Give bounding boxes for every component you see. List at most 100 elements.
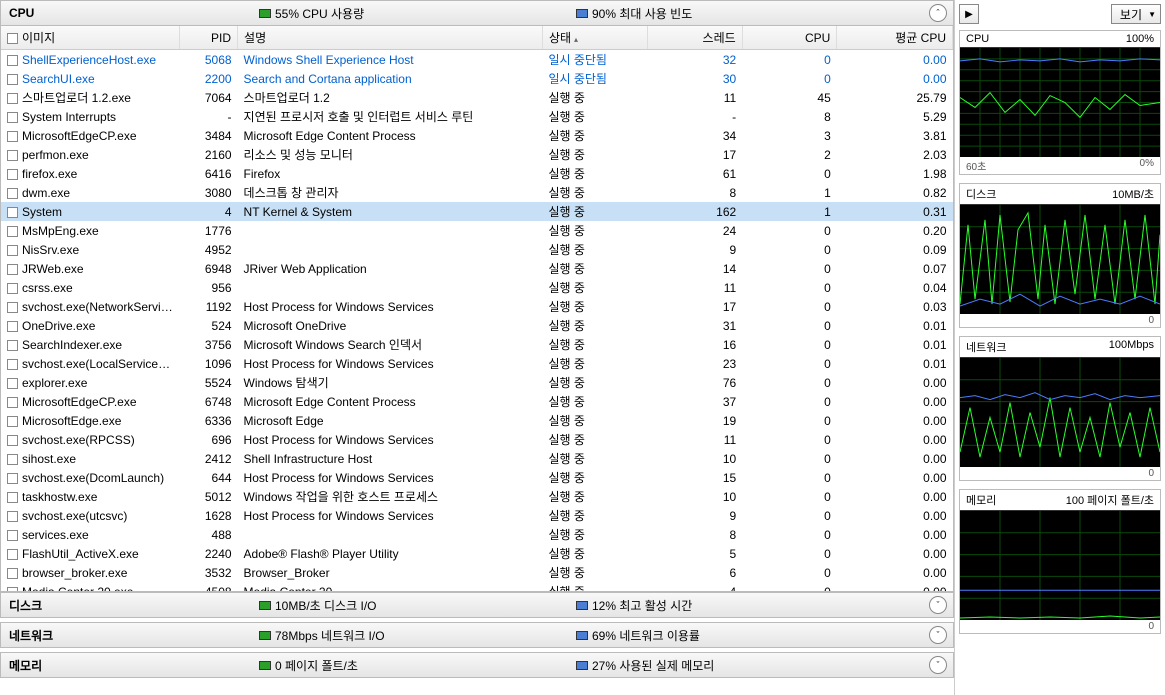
table-row[interactable]: System Interrupts - 지연된 프로시저 호출 및 인터럽트 서… — [1, 107, 953, 126]
table-row[interactable]: svchost.exe(DcomLaunch) 644 Host Process… — [1, 468, 953, 487]
table-row[interactable]: svchost.exe(NetworkService) 1192 Host Pr… — [1, 297, 953, 316]
row-checkbox[interactable] — [7, 93, 18, 104]
table-row[interactable]: perfmon.exe 2160 리소스 및 성능 모니터 실행 중 17 2 … — [1, 145, 953, 164]
table-row[interactable]: MsMpEng.exe 1776 실행 중 24 0 0.20 — [1, 221, 953, 240]
cell-desc: Media Center 20 — [238, 582, 543, 592]
row-checkbox[interactable] — [7, 549, 18, 560]
row-checkbox[interactable] — [7, 150, 18, 161]
cell-cpu: 3 — [742, 126, 837, 145]
col-avgcpu[interactable]: 평균 CPU — [837, 26, 953, 50]
cell-pid: 696 — [180, 430, 238, 449]
table-row[interactable]: browser_broker.exe 3532 Browser_Broker 실… — [1, 563, 953, 582]
table-row[interactable]: 스마트업로더 1.2.exe 7064 스마트업로더 1.2 실행 중 11 4… — [1, 88, 953, 107]
disk-section-header[interactable]: 디스크 10MB/초 디스크 I/O 12% 최고 활성 시간 ˇ — [0, 592, 954, 618]
table-row[interactable]: MicrosoftEdge.exe 6336 Microsoft Edge 실행… — [1, 411, 953, 430]
table-row[interactable]: svchost.exe(LocalServiceNoN... 1096 Host… — [1, 354, 953, 373]
cell-image: NisSrv.exe — [1, 240, 180, 259]
sort-indicator-icon: ▴ — [574, 35, 578, 44]
col-status[interactable]: 상태▴ — [542, 26, 647, 50]
table-row[interactable]: firefox.exe 6416 Firefox 실행 중 61 0 1.98 — [1, 164, 953, 183]
col-threads[interactable]: 스레드 — [648, 26, 743, 50]
cell-status: 실행 중 — [542, 582, 647, 592]
table-row[interactable]: explorer.exe 5524 Windows 탐색기 실행 중 76 0 … — [1, 373, 953, 392]
collapse-button[interactable]: ˆ — [929, 4, 947, 22]
table-row[interactable]: services.exe 488 실행 중 8 0 0.00 — [1, 525, 953, 544]
expand-button[interactable]: ˇ — [929, 596, 947, 614]
table-row[interactable]: JRWeb.exe 6948 JRiver Web Application 실행… — [1, 259, 953, 278]
table-row[interactable]: FlashUtil_ActiveX.exe 2240 Adobe® Flash®… — [1, 544, 953, 563]
process-table-area[interactable]: 이미지 PID 설명 상태▴ 스레드 CPU 평균 CPU ShellExper… — [0, 26, 954, 592]
table-row[interactable]: svchost.exe(RPCSS) 696 Host Process for … — [1, 430, 953, 449]
cell-cpu: 0 — [742, 563, 837, 582]
table-row[interactable]: SearchIndexer.exe 3756 Microsoft Windows… — [1, 335, 953, 354]
row-checkbox[interactable] — [7, 302, 18, 313]
row-checkbox[interactable] — [7, 55, 18, 66]
cell-desc: Microsoft Edge Content Process — [238, 392, 543, 411]
row-checkbox[interactable] — [7, 283, 18, 294]
row-checkbox[interactable] — [7, 568, 18, 579]
row-checkbox[interactable] — [7, 454, 18, 465]
row-checkbox[interactable] — [7, 207, 18, 218]
table-row[interactable]: svchost.exe(utcsvc) 1628 Host Process fo… — [1, 506, 953, 525]
table-row[interactable]: csrss.exe 956 실행 중 11 0 0.04 — [1, 278, 953, 297]
table-row[interactable]: System 4 NT Kernel & System 실행 중 162 1 0… — [1, 202, 953, 221]
cell-cpu: 0 — [742, 316, 837, 335]
table-row[interactable]: sihost.exe 2412 Shell Infrastructure Hos… — [1, 449, 953, 468]
row-checkbox[interactable] — [7, 112, 18, 123]
cell-status: 실행 중 — [542, 430, 647, 449]
row-checkbox[interactable] — [7, 131, 18, 142]
network-graph-scale: 100Mbps — [1109, 339, 1154, 355]
col-desc[interactable]: 설명 — [238, 26, 543, 50]
row-checkbox[interactable] — [7, 340, 18, 351]
cell-cpu: 0 — [742, 297, 837, 316]
row-checkbox[interactable] — [7, 359, 18, 370]
disk-section-title: 디스크 — [9, 597, 259, 614]
cpu-graph-scale: 100% — [1126, 33, 1154, 45]
cell-threads: 23 — [648, 354, 743, 373]
network-section-header[interactable]: 네트워크 78Mbps 네트워크 I/O 69% 네트워크 이용률 ˇ — [0, 622, 954, 648]
row-checkbox[interactable] — [7, 245, 18, 256]
row-checkbox[interactable] — [7, 530, 18, 541]
row-checkbox[interactable] — [7, 473, 18, 484]
table-row[interactable]: SearchUI.exe 2200 Search and Cortana app… — [1, 69, 953, 88]
next-button[interactable]: ▶ — [959, 4, 979, 24]
row-checkbox[interactable] — [7, 226, 18, 237]
table-row[interactable]: MicrosoftEdgeCP.exe 3484 Microsoft Edge … — [1, 126, 953, 145]
table-row[interactable]: MicrosoftEdgeCP.exe 6748 Microsoft Edge … — [1, 392, 953, 411]
cell-pid: 524 — [180, 316, 238, 335]
memory-section-header[interactable]: 메모리 0 페이지 폴트/초 27% 사용된 실제 메모리 ˇ — [0, 652, 954, 678]
table-row[interactable]: ShellExperienceHost.exe 5068 Windows She… — [1, 50, 953, 70]
row-checkbox[interactable] — [7, 397, 18, 408]
expand-button[interactable]: ˇ — [929, 656, 947, 674]
view-dropdown[interactable]: 보기 — [1111, 4, 1161, 24]
table-row[interactable]: OneDrive.exe 524 Microsoft OneDrive 실행 중… — [1, 316, 953, 335]
cell-desc: Host Process for Windows Services — [238, 468, 543, 487]
row-checkbox[interactable] — [7, 416, 18, 427]
col-image[interactable]: 이미지 — [1, 26, 180, 50]
cpu-section-header[interactable]: CPU 55% CPU 사용량 90% 최대 사용 빈도 ˆ — [0, 0, 954, 26]
row-checkbox[interactable] — [7, 492, 18, 503]
cell-status: 실행 중 — [542, 468, 647, 487]
row-checkbox[interactable] — [7, 378, 18, 389]
row-checkbox[interactable] — [7, 188, 18, 199]
cell-avgcpu: 0.00 — [837, 468, 953, 487]
cell-avgcpu: 0.07 — [837, 259, 953, 278]
cell-cpu: 0 — [742, 278, 837, 297]
col-cpu[interactable]: CPU — [742, 26, 837, 50]
table-row[interactable]: dwm.exe 3080 데스크톱 창 관리자 실행 중 8 1 0.82 — [1, 183, 953, 202]
row-checkbox[interactable] — [7, 264, 18, 275]
row-checkbox[interactable] — [7, 321, 18, 332]
row-checkbox[interactable] — [7, 435, 18, 446]
table-row[interactable]: NisSrv.exe 4952 실행 중 9 0 0.09 — [1, 240, 953, 259]
process-table: 이미지 PID 설명 상태▴ 스레드 CPU 평균 CPU ShellExper… — [1, 26, 953, 592]
row-checkbox[interactable] — [7, 511, 18, 522]
table-row[interactable]: Media Center 20.exe 4508 Media Center 20… — [1, 582, 953, 592]
select-all-checkbox[interactable] — [7, 33, 18, 44]
cell-cpu: 0 — [742, 335, 837, 354]
row-checkbox[interactable] — [7, 74, 18, 85]
expand-button[interactable]: ˇ — [929, 626, 947, 644]
row-checkbox[interactable] — [7, 169, 18, 180]
table-row[interactable]: taskhostw.exe 5012 Windows 작업을 위한 호스트 프로… — [1, 487, 953, 506]
col-pid[interactable]: PID — [180, 26, 238, 50]
cell-cpu: 0 — [742, 430, 837, 449]
